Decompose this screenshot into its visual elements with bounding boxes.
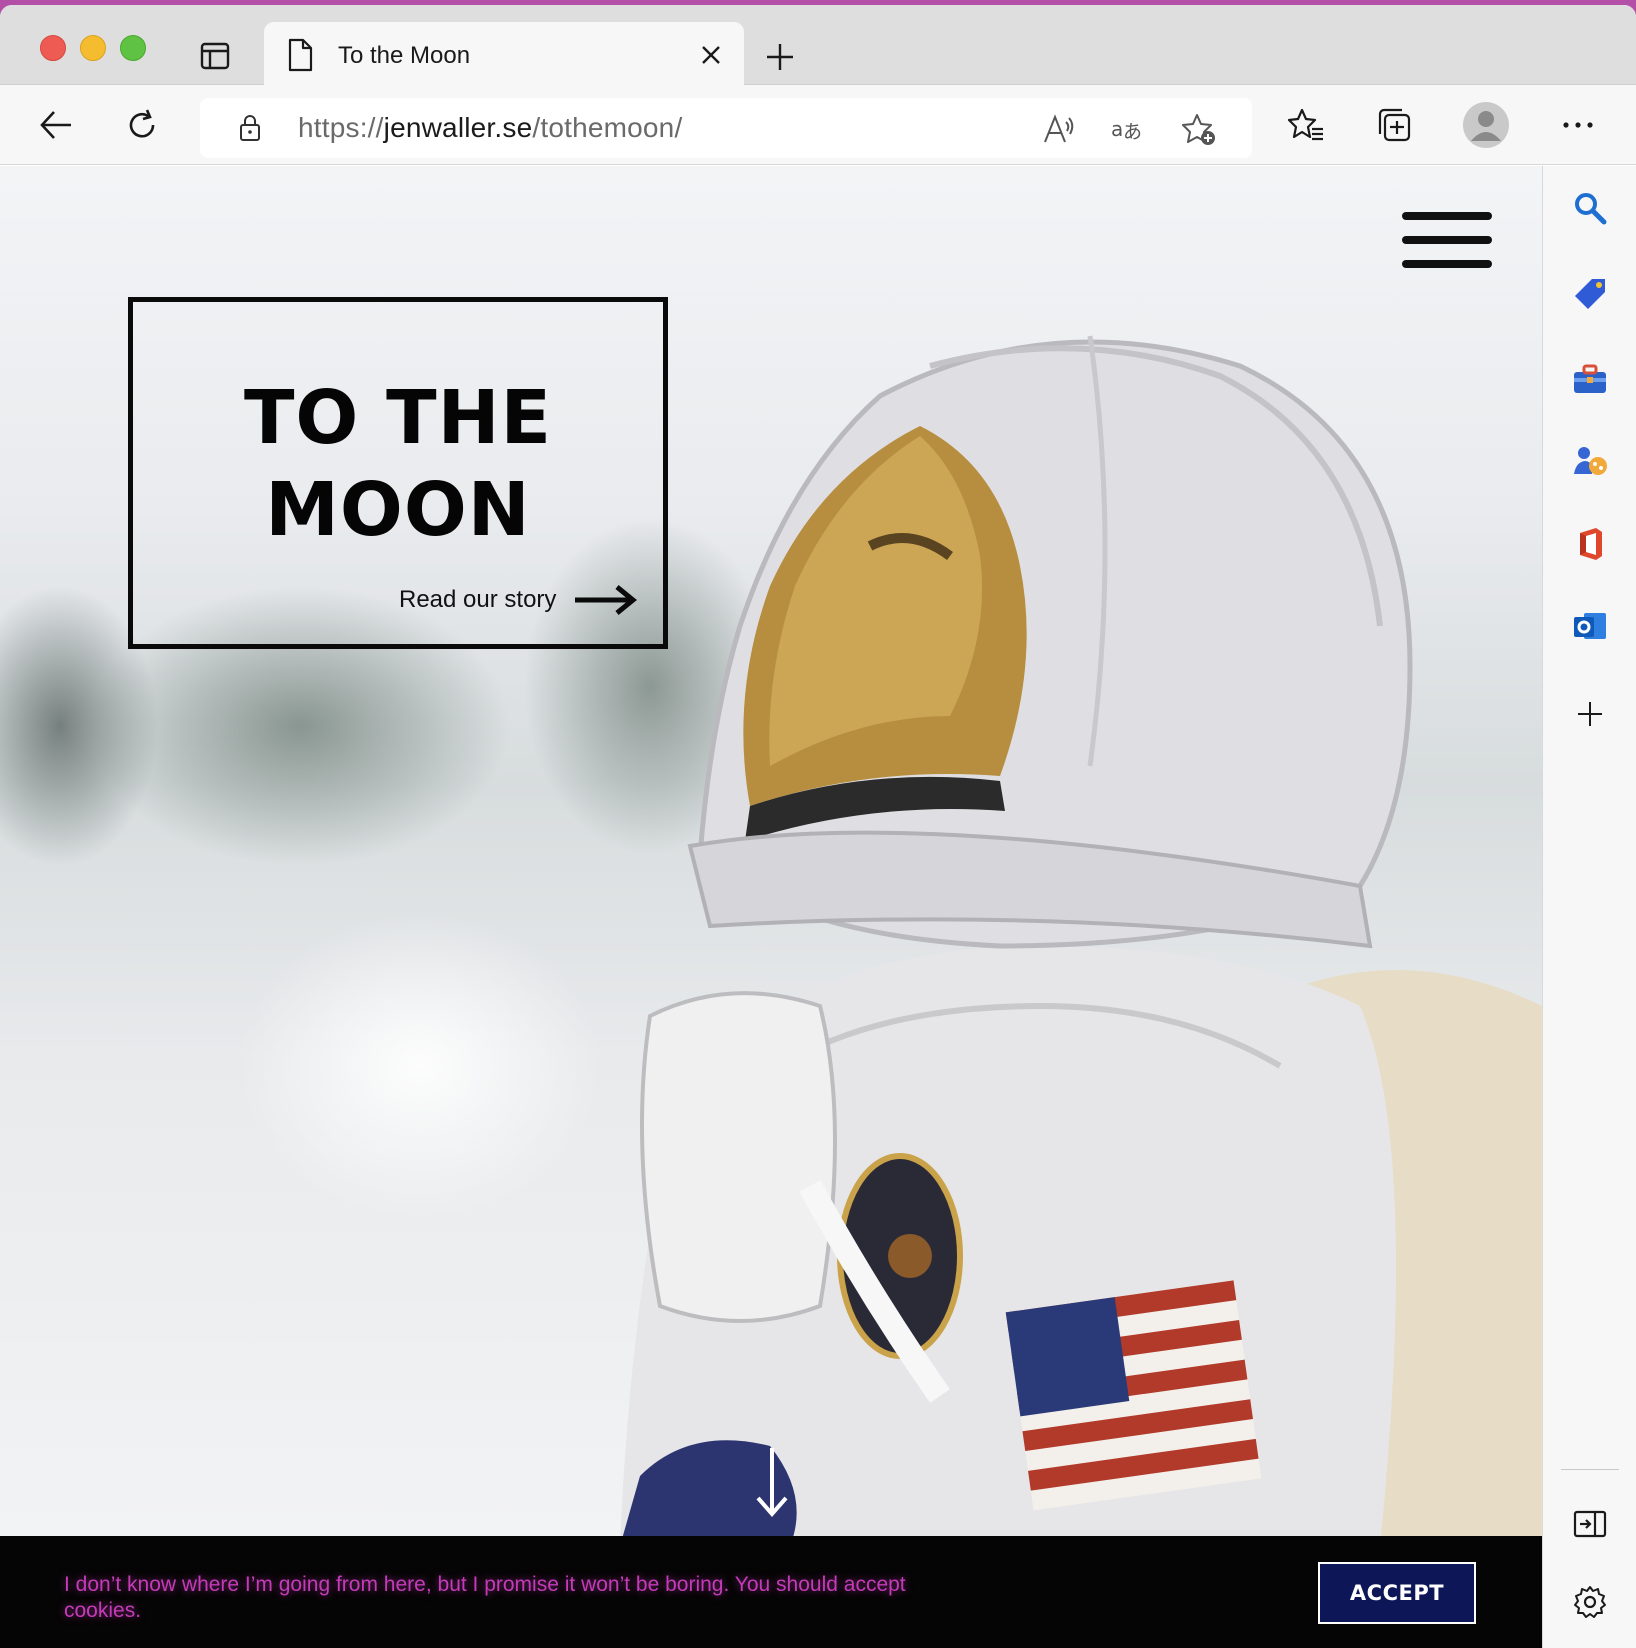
settings-icon[interactable]	[1572, 1584, 1608, 1620]
tools-icon[interactable]	[1572, 361, 1608, 397]
tab-actions-icon[interactable]	[200, 41, 230, 71]
close-tab-icon[interactable]	[700, 44, 722, 66]
add-icon[interactable]	[1572, 696, 1608, 732]
close-window-button[interactable]	[40, 35, 66, 61]
outlook-icon[interactable]	[1572, 608, 1608, 644]
url-host: jenwaller.se	[383, 112, 533, 143]
astronaut-image	[620, 335, 1542, 1546]
cookie-message: I don’t know where I’m going from here, …	[64, 1573, 906, 1622]
browser-window: To the Moon https://jenwaller.se/tothemo…	[0, 5, 1636, 1648]
hero-title-box: TO THE MOON Read our story	[128, 297, 668, 649]
search-icon[interactable]	[1572, 190, 1608, 226]
cookie-banner: I don’t know where I’m going from here, …	[0, 1536, 1542, 1648]
sidebar-divider	[1561, 1469, 1619, 1470]
toolbar: https://jenwaller.se/tothemoon/ a あ	[0, 85, 1636, 165]
collections-icon[interactable]	[1376, 107, 1412, 143]
svg-text:a: a	[1111, 117, 1123, 141]
url-text[interactable]: https://jenwaller.se/tothemoon/	[298, 112, 682, 144]
profile-icon[interactable]	[1462, 101, 1510, 149]
shopping-tag-icon[interactable]	[1572, 276, 1608, 312]
accept-cookies-button[interactable]: ACCEPT	[1318, 1562, 1476, 1624]
read-story-link[interactable]: Read our story	[399, 586, 556, 614]
games-icon[interactable]	[1572, 444, 1608, 480]
minimize-window-button[interactable]	[80, 35, 106, 61]
url-prefix: https://	[298, 112, 384, 143]
refresh-icon[interactable]	[124, 107, 160, 143]
arrow-right-icon[interactable]	[573, 584, 639, 616]
menu-button[interactable]	[1402, 212, 1492, 268]
translate-icon[interactable]: a あ	[1110, 112, 1144, 146]
zoom-window-button[interactable]	[120, 35, 146, 61]
page-title: TO THE MOON	[243, 375, 553, 553]
lock-icon[interactable]	[238, 114, 262, 142]
back-icon[interactable]	[38, 107, 74, 143]
url-path: /tothemoon/	[532, 112, 683, 143]
favorites-icon[interactable]	[1288, 107, 1324, 143]
web-content: TO THE MOON Read our story I don’t know …	[0, 166, 1542, 1648]
edge-sidebar	[1542, 166, 1636, 1648]
more-icon[interactable]	[1560, 107, 1596, 143]
tab-title: To the Moon	[338, 42, 471, 69]
new-tab-icon[interactable]	[764, 41, 796, 73]
address-bar[interactable]: https://jenwaller.se/tothemoon/ a あ	[200, 98, 1252, 158]
tab-active[interactable]: To the Moon	[264, 22, 744, 86]
office-icon[interactable]	[1572, 526, 1608, 562]
svg-text:あ: あ	[1123, 121, 1142, 143]
read-aloud-icon[interactable]	[1042, 112, 1076, 146]
add-favorite-icon[interactable]	[1182, 112, 1216, 146]
tab-strip: To the Moon	[0, 5, 1636, 86]
page-icon	[288, 38, 313, 72]
split-screen-icon[interactable]	[1572, 1506, 1608, 1542]
scroll-down-icon[interactable]	[752, 1446, 792, 1518]
